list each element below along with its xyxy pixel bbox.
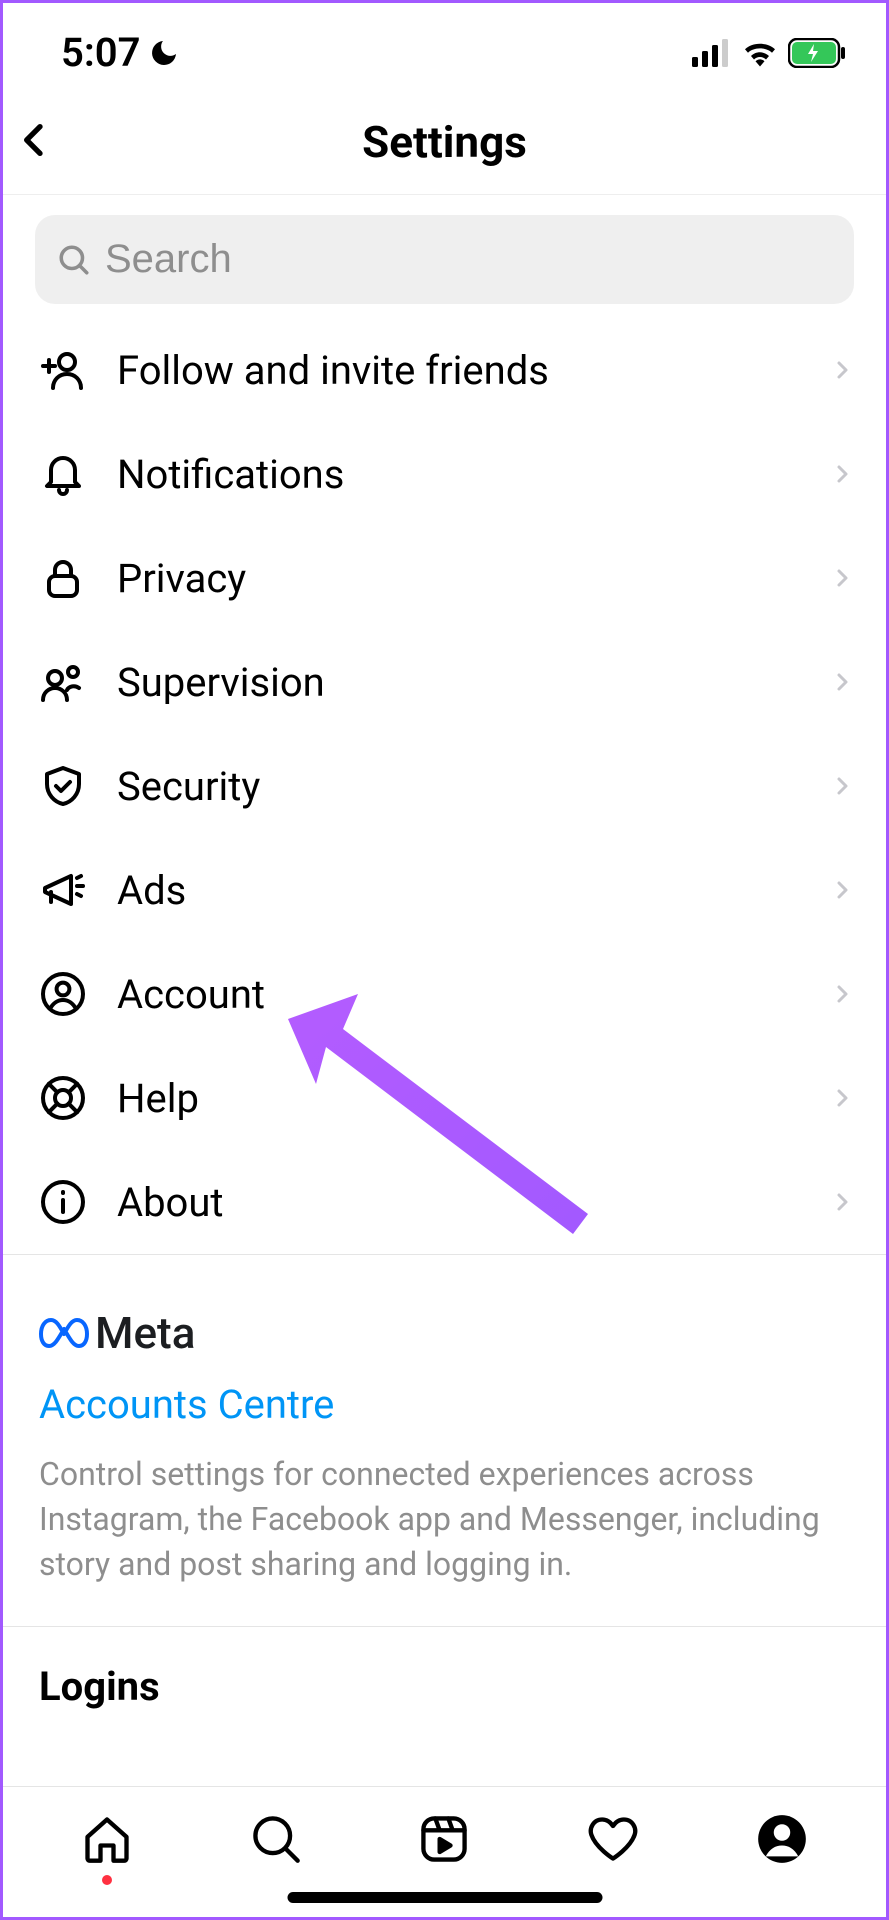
page-header: Settings [3, 94, 886, 195]
nav-profile[interactable] [754, 1811, 810, 1867]
page-title: Settings [23, 116, 866, 168]
status-bar: 5:07 [3, 3, 886, 94]
back-button[interactable] [15, 115, 55, 169]
chevron-right-icon [830, 563, 854, 593]
meta-section: Meta Accounts Centre Control settings fo… [3, 1255, 886, 1626]
user-circle-icon [39, 970, 87, 1018]
moon-icon [148, 37, 180, 69]
menu-item-account[interactable]: Account [3, 942, 886, 1046]
status-left: 5:07 [61, 29, 180, 76]
lifebuoy-icon [39, 1074, 87, 1122]
reels-icon [418, 1813, 470, 1865]
bell-icon [39, 450, 87, 498]
menu-item-notifications[interactable]: Notifications [3, 422, 886, 526]
megaphone-icon [39, 866, 87, 914]
nav-reels[interactable] [416, 1811, 472, 1867]
chevron-left-icon [15, 115, 55, 165]
search-icon [57, 243, 91, 277]
search-input[interactable] [105, 237, 832, 282]
chevron-right-icon [830, 875, 854, 905]
settings-menu: Follow and invite friends Notifications … [3, 318, 886, 1254]
shield-check-icon [39, 762, 87, 810]
menu-label: Supervision [117, 659, 800, 706]
info-circle-icon [39, 1178, 87, 1226]
heart-icon [587, 1813, 639, 1865]
menu-label: Follow and invite friends [117, 347, 800, 394]
home-icon [81, 1813, 133, 1865]
menu-item-security[interactable]: Security [3, 734, 886, 838]
menu-label: Help [117, 1075, 800, 1122]
logins-title: Logins [39, 1663, 850, 1710]
chevron-right-icon [830, 1187, 854, 1217]
search-wrap [3, 195, 886, 318]
menu-label: Security [117, 763, 800, 810]
people-icon [39, 658, 87, 706]
menu-item-about[interactable]: About [3, 1150, 886, 1254]
chevron-right-icon [830, 667, 854, 697]
search-box[interactable] [35, 215, 854, 304]
meta-description: Control settings for connected experienc… [39, 1452, 850, 1586]
add-person-icon [39, 346, 87, 394]
menu-item-follow-invite[interactable]: Follow and invite friends [3, 318, 886, 422]
status-right [692, 38, 846, 68]
menu-label: Privacy [117, 555, 800, 602]
menu-label: Notifications [117, 451, 800, 498]
chevron-right-icon [830, 771, 854, 801]
menu-label: About [117, 1179, 800, 1226]
notification-dot-icon [102, 1875, 112, 1885]
wifi-icon [742, 39, 778, 67]
logins-section: Logins [3, 1626, 886, 1746]
chevron-right-icon [830, 1083, 854, 1113]
chevron-right-icon [830, 459, 854, 489]
menu-item-help[interactable]: Help [3, 1046, 886, 1150]
profile-icon [756, 1813, 808, 1865]
chevron-right-icon [830, 355, 854, 385]
search-icon [250, 1813, 302, 1865]
accounts-centre-link[interactable]: Accounts Centre [39, 1381, 850, 1428]
status-time: 5:07 [61, 29, 140, 76]
nav-activity[interactable] [585, 1811, 641, 1867]
meta-brand: Meta [39, 1307, 850, 1359]
home-indicator[interactable] [287, 1892, 602, 1903]
lock-icon [39, 554, 87, 602]
signal-icon [692, 39, 732, 67]
menu-label: Account [117, 971, 800, 1018]
nav-search[interactable] [248, 1811, 304, 1867]
battery-charging-icon [788, 38, 846, 68]
chevron-right-icon [830, 979, 854, 1009]
meta-brand-text: Meta [95, 1307, 195, 1359]
menu-item-supervision[interactable]: Supervision [3, 630, 886, 734]
menu-item-privacy[interactable]: Privacy [3, 526, 886, 630]
menu-item-ads[interactable]: Ads [3, 838, 886, 942]
nav-home[interactable] [79, 1811, 135, 1867]
menu-label: Ads [117, 867, 800, 914]
meta-logo-icon [39, 1316, 89, 1350]
